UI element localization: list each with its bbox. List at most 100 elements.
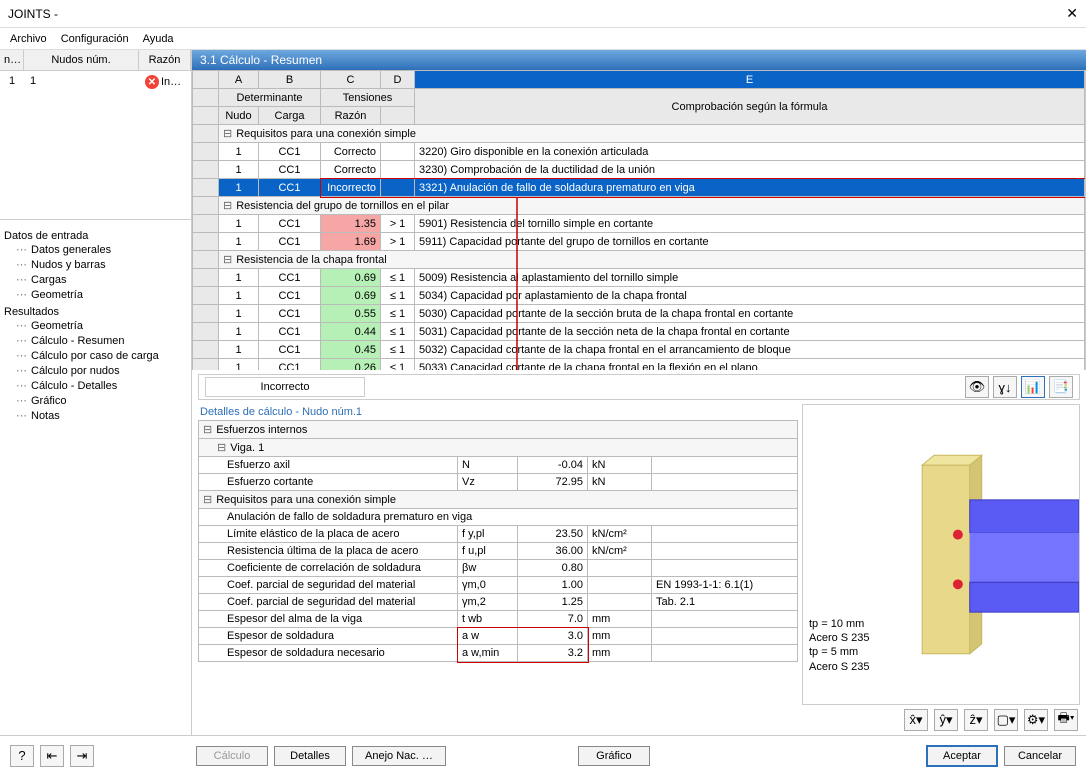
view-cube-icon[interactable]: ▢▾ [994,709,1018,731]
cell-nudo[interactable]: 1 [219,269,259,287]
col-nudos-num[interactable]: Nudos núm. [24,50,139,70]
cell-nudo[interactable]: 1 [219,287,259,305]
cell-desc[interactable]: 3220) Giro disponible en la conexión art… [415,143,1085,161]
details-button[interactable]: Detalles [274,746,346,766]
col-a-hdr[interactable]: A [219,71,259,89]
chart-icon[interactable]: 📊 [1021,376,1045,398]
detail-group[interactable]: Esfuerzos internos [199,421,798,439]
detail-group[interactable]: Viga. 1 [199,439,798,457]
cell-nudo[interactable]: 1 [219,305,259,323]
axis-z-icon[interactable]: ẑ▾ [964,709,988,731]
cell-cmp[interactable]: ≤ 1 [381,287,415,305]
import-icon[interactable]: ⇤ [40,745,64,767]
cell-desc[interactable]: 5032) Capacidad cortante de la chapa fro… [415,341,1085,359]
col-e-hdr[interactable]: E [415,71,1085,89]
col-n[interactable]: n… [0,50,24,70]
cell-carga[interactable]: CC1 [259,179,321,197]
cell-razon[interactable]: 0.44 [321,323,381,341]
cell-carga[interactable]: CC1 [259,359,321,371]
settings-icon[interactable]: ⚙▾ [1024,709,1048,731]
cell-razon[interactable]: 1.69 [321,233,381,251]
axis-y-icon[interactable]: ŷ▾ [934,709,958,731]
axis-x-icon[interactable]: x̂▾ [904,709,928,731]
cell-desc[interactable]: 5030) Capacidad portante de la sección b… [415,305,1085,323]
tree-item[interactable]: Cálculo por nudos [14,363,187,378]
cell-nudo[interactable]: 1 [219,323,259,341]
eye-icon[interactable]: 👁 [965,376,989,398]
cell-desc[interactable]: 5034) Capacidad por aplastamiento de la … [415,287,1085,305]
cell-nudo[interactable]: 1 [219,161,259,179]
cell-desc[interactable]: 5901) Resistencia del tornillo simple en… [415,215,1085,233]
cell-cmp[interactable] [381,179,415,197]
cancel-button[interactable]: Cancelar [1004,746,1076,766]
cell-nudo[interactable]: 1 [219,359,259,371]
tree-item[interactable]: Geometría [14,318,187,333]
grid-group[interactable]: Resistencia del grupo de tornillos en el… [219,197,1085,215]
export-icon[interactable]: 📑 [1049,376,1073,398]
help-icon[interactable]: ? [10,745,34,767]
cell-nudo[interactable]: 1 [219,233,259,251]
cell-desc[interactable]: 3230) Comprobación de la ductilidad de l… [415,161,1085,179]
export-btn-icon[interactable]: ⇥ [70,745,94,767]
cell-razon[interactable]: 0.55 [321,305,381,323]
cell-desc[interactable]: 5033) Capacidad cortante de la chapa fro… [415,359,1085,371]
cell-cmp[interactable]: ≤ 1 [381,323,415,341]
cell-carga[interactable]: CC1 [259,341,321,359]
accept-button[interactable]: Aceptar [926,745,998,767]
grid-group[interactable]: Resistencia de la chapa frontal [219,251,1085,269]
cell-razon[interactable]: 1.35 [321,215,381,233]
annex-button[interactable]: Anejo Nac. … [352,746,446,766]
cell-cmp[interactable]: ≤ 1 [381,359,415,371]
col-c-hdr[interactable]: C [321,71,381,89]
cell-razon[interactable]: 0.69 [321,287,381,305]
menu-config[interactable]: Configuración [61,33,129,45]
tree-results[interactable]: Resultados [4,306,187,318]
cell-desc[interactable]: 3321) Anulación de fallo de soldadura pr… [415,179,1085,197]
cell-cmp[interactable]: > 1 [381,215,415,233]
tree-item[interactable]: Notas [14,408,187,423]
tree-item[interactable]: Geometría [14,287,187,302]
cell-carga[interactable]: CC1 [259,269,321,287]
calc-button[interactable]: Cálculo [196,746,268,766]
cell-cmp[interactable]: > 1 [381,233,415,251]
cell-nudo[interactable]: 1 [219,341,259,359]
cell-nudo[interactable]: 1 [219,215,259,233]
tree-item[interactable]: Nudos y barras [14,257,187,272]
cell-carga[interactable]: CC1 [259,305,321,323]
tree-input[interactable]: Datos de entrada [4,230,187,242]
cell-razon[interactable]: 0.26 [321,359,381,371]
cell-cmp[interactable]: ≤ 1 [381,305,415,323]
cell-cmp[interactable] [381,143,415,161]
cell-desc[interactable]: 5009) Resistencia al aplastamiento del t… [415,269,1085,287]
cell-cmp[interactable]: ≤ 1 [381,269,415,287]
cell-razon[interactable]: Correcto [321,143,381,161]
close-icon[interactable]: ✕ [1066,5,1078,22]
grid-group[interactable]: Requisitos para una conexión simple [219,125,1085,143]
detail-group[interactable]: Requisitos para una conexión simple [199,491,798,509]
cell-carga[interactable]: CC1 [259,143,321,161]
col-reason[interactable]: Razón [139,50,191,70]
grafico-button[interactable]: Gráfico [578,746,650,766]
tree-item[interactable]: Cálculo - Detalles [14,378,187,393]
menu-help[interactable]: Ayuda [143,33,174,45]
cell-carga[interactable]: CC1 [259,233,321,251]
col-b-hdr[interactable]: B [259,71,321,89]
cell-carga[interactable]: CC1 [259,215,321,233]
cell-desc[interactable]: 5031) Capacidad portante de la sección n… [415,323,1085,341]
tree-item[interactable]: Gráfico [14,393,187,408]
cell-razon[interactable]: Incorrecto [321,179,381,197]
graphics-3d-view[interactable]: tp = 10 mmAcero S 235tp = 5 mmAcero S 23… [802,404,1080,705]
cell-carga[interactable]: CC1 [259,161,321,179]
cell-nudo[interactable]: 1 [219,143,259,161]
col-d-hdr[interactable]: D [381,71,415,89]
cell-razon[interactable]: Correcto [321,161,381,179]
tree-item[interactable]: Cálculo por caso de carga [14,348,187,363]
tree-item[interactable]: Datos generales [14,242,187,257]
cell-desc[interactable]: 5911) Capacidad portante del grupo de to… [415,233,1085,251]
tree-item[interactable]: Cálculo - Resumen [14,333,187,348]
cell-cmp[interactable] [381,161,415,179]
menu-file[interactable]: Archivo [10,33,47,45]
cell-carga[interactable]: CC1 [259,287,321,305]
cell-carga[interactable]: CC1 [259,323,321,341]
cell-razon[interactable]: 0.69 [321,269,381,287]
